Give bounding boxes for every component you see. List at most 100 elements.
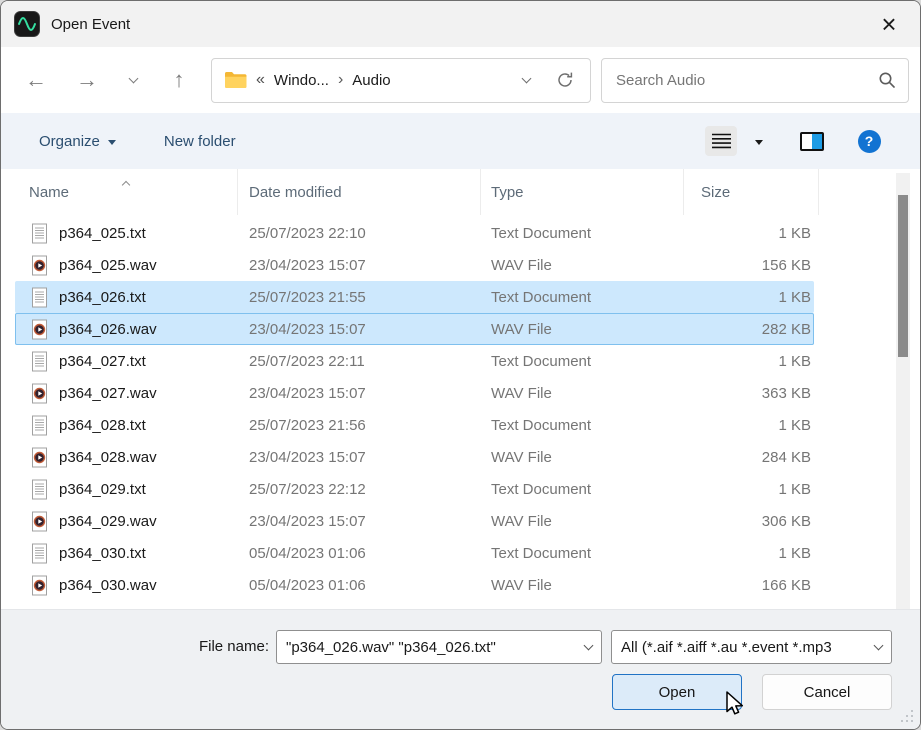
text-file-icon — [31, 543, 48, 564]
text-file-icon — [31, 223, 48, 244]
view-list-icon — [712, 133, 731, 149]
file-name-input[interactable] — [286, 639, 579, 656]
breadcrumb-item-current[interactable]: Audio — [352, 72, 390, 89]
file-date-modified: 23/04/2023 15:07 — [238, 313, 481, 345]
file-size: 1 KB — [684, 537, 814, 569]
audio-file-icon — [31, 575, 48, 596]
file-type-select[interactable]: All (*.aif *.aiff *.au *.event *.mp3 — [611, 630, 892, 664]
file-row[interactable]: p364_025.txt 25/07/2023 22:10Text Documen… — [15, 217, 814, 249]
file-type: WAV File — [481, 505, 684, 537]
text-file-icon — [31, 415, 48, 436]
column-header-size[interactable]: Size — [684, 169, 819, 215]
audio-file-icon — [31, 383, 48, 404]
file-row[interactable]: p364_026.txt25/07/2023 21:55Text Documen… — [15, 281, 814, 313]
resize-grip-icon[interactable] — [899, 708, 915, 724]
open-button[interactable]: Open — [612, 674, 742, 710]
file-date-modified: 23/04/2023 15:07 — [238, 505, 481, 537]
dialog-footer: File name: All (*.aif *.aiff *.au *.even… — [1, 609, 920, 729]
file-type: Text Document — [481, 473, 684, 505]
file-row[interactable]: p364_029.wav23/04/2023 15:07WAV File306 … — [15, 505, 814, 537]
file-name-text: p364_025.txt — [59, 225, 146, 242]
triangle-down-icon — [108, 140, 116, 145]
file-size: 1 KB — [684, 473, 814, 505]
forward-icon: → — [76, 67, 98, 93]
close-button[interactable]: × — [870, 8, 908, 40]
file-row[interactable]: p364_028.txt 25/07/2023 21:56Text Documen… — [15, 409, 814, 441]
scrollbar-thumb[interactable] — [898, 195, 908, 357]
file-date-modified: 23/04/2023 15:07 — [238, 377, 481, 409]
file-name-text: p364_030.txt — [59, 545, 146, 562]
file-type: Text Document — [481, 409, 684, 441]
file-date-modified: 25/07/2023 22:10 — [238, 217, 481, 249]
column-header-name[interactable]: Name — [15, 169, 238, 215]
file-name-text: p364_029.txt — [59, 481, 146, 498]
audio-file-icon — [31, 319, 48, 340]
organize-label: Organize — [39, 133, 100, 150]
address-bar[interactable]: « Windo... › Audio — [211, 58, 591, 103]
folder-icon — [224, 71, 247, 89]
up-button[interactable]: ↑ — [159, 60, 199, 100]
organize-button[interactable]: Organize — [39, 133, 116, 150]
help-button[interactable]: ? — [854, 126, 884, 156]
vertical-scrollbar[interactable] — [896, 173, 910, 609]
file-type-value: All (*.aif *.aiff *.au *.event *.mp3 — [621, 639, 869, 656]
navigation-bar: ← → ↑ « Windo... › Audio — [1, 47, 920, 113]
file-name-text: p364_030.wav — [59, 577, 157, 594]
file-date-modified: 23/04/2023 15:07 — [238, 441, 481, 473]
column-header-type[interactable]: Type — [481, 169, 684, 215]
text-file-icon — [31, 351, 48, 372]
forward-button[interactable]: → — [67, 60, 107, 100]
sort-ascending-icon — [123, 175, 129, 192]
file-name-text: p364_027.wav — [59, 385, 157, 402]
text-file-icon — [31, 479, 48, 500]
search-icon[interactable] — [878, 71, 896, 89]
file-size: 363 KB — [684, 377, 814, 409]
file-name-text: p364_026.txt — [59, 289, 146, 306]
file-size: 306 KB — [684, 505, 814, 537]
window-title: Open Event — [51, 16, 130, 33]
file-date-modified: 25/07/2023 22:11 — [238, 345, 481, 377]
file-date-modified: 25/07/2023 21:56 — [238, 409, 481, 441]
file-name-text: p364_027.txt — [59, 353, 146, 370]
new-folder-button[interactable]: New folder — [164, 133, 236, 150]
file-row[interactable]: p364_028.wav23/04/2023 15:07WAV File284 … — [15, 441, 814, 473]
breadcrumb-overflow-button[interactable]: « — [256, 71, 265, 89]
column-header-date-modified[interactable]: Date modified — [238, 169, 481, 215]
file-type: Text Document — [481, 217, 684, 249]
file-row[interactable]: p364_030.wav05/04/2023 01:06WAV File166 … — [15, 569, 814, 601]
file-row[interactable]: p364_026.wav23/04/2023 15:07WAV File282 … — [15, 313, 814, 345]
file-type: WAV File — [481, 569, 684, 601]
chevron-down-icon — [521, 73, 531, 83]
file-name-combo — [276, 630, 602, 664]
chevron-down-icon[interactable] — [584, 640, 594, 650]
file-date-modified: 05/04/2023 01:06 — [238, 537, 481, 569]
file-size: 1 KB — [684, 409, 814, 441]
breadcrumb-item-parent[interactable]: Windo... — [274, 72, 329, 89]
file-size: 284 KB — [684, 441, 814, 473]
audio-file-icon — [31, 511, 48, 532]
recent-locations-button[interactable] — [118, 60, 148, 100]
file-row[interactable]: p364_030.txt05/04/2023 01:06Text Documen… — [15, 537, 814, 569]
back-button[interactable]: ← — [16, 60, 56, 100]
refresh-button[interactable] — [550, 63, 580, 97]
address-dropdown-button[interactable] — [511, 63, 541, 97]
file-row[interactable]: p364_027.wav 23/04/2023 15:07WAV File363 … — [15, 377, 814, 409]
file-size: 156 KB — [684, 249, 814, 281]
chevron-down-icon — [128, 73, 138, 83]
search-input[interactable] — [616, 72, 878, 89]
file-row[interactable]: p364_029.txt25/07/2023 22:12Text Documen… — [15, 473, 814, 505]
cancel-button[interactable]: Cancel — [762, 674, 892, 710]
new-folder-label: New folder — [164, 133, 236, 150]
file-date-modified: 05/04/2023 01:06 — [238, 569, 481, 601]
file-type: WAV File — [481, 377, 684, 409]
file-name-text: p364_028.txt — [59, 417, 146, 434]
refresh-icon — [555, 70, 575, 90]
command-toolbar: Organize New folder ? — [1, 113, 920, 169]
app-icon — [14, 11, 40, 37]
file-row[interactable]: p364_025.wav23/04/2023 15:07WAV File156 … — [15, 249, 814, 281]
preview-pane-button[interactable] — [795, 126, 829, 156]
up-icon: ↑ — [174, 67, 185, 93]
view-mode-button[interactable] — [705, 126, 737, 156]
file-row[interactable]: p364_027.txt25/07/2023 22:11Text Documen… — [15, 345, 814, 377]
view-mode-dropdown-button[interactable] — [750, 126, 768, 156]
